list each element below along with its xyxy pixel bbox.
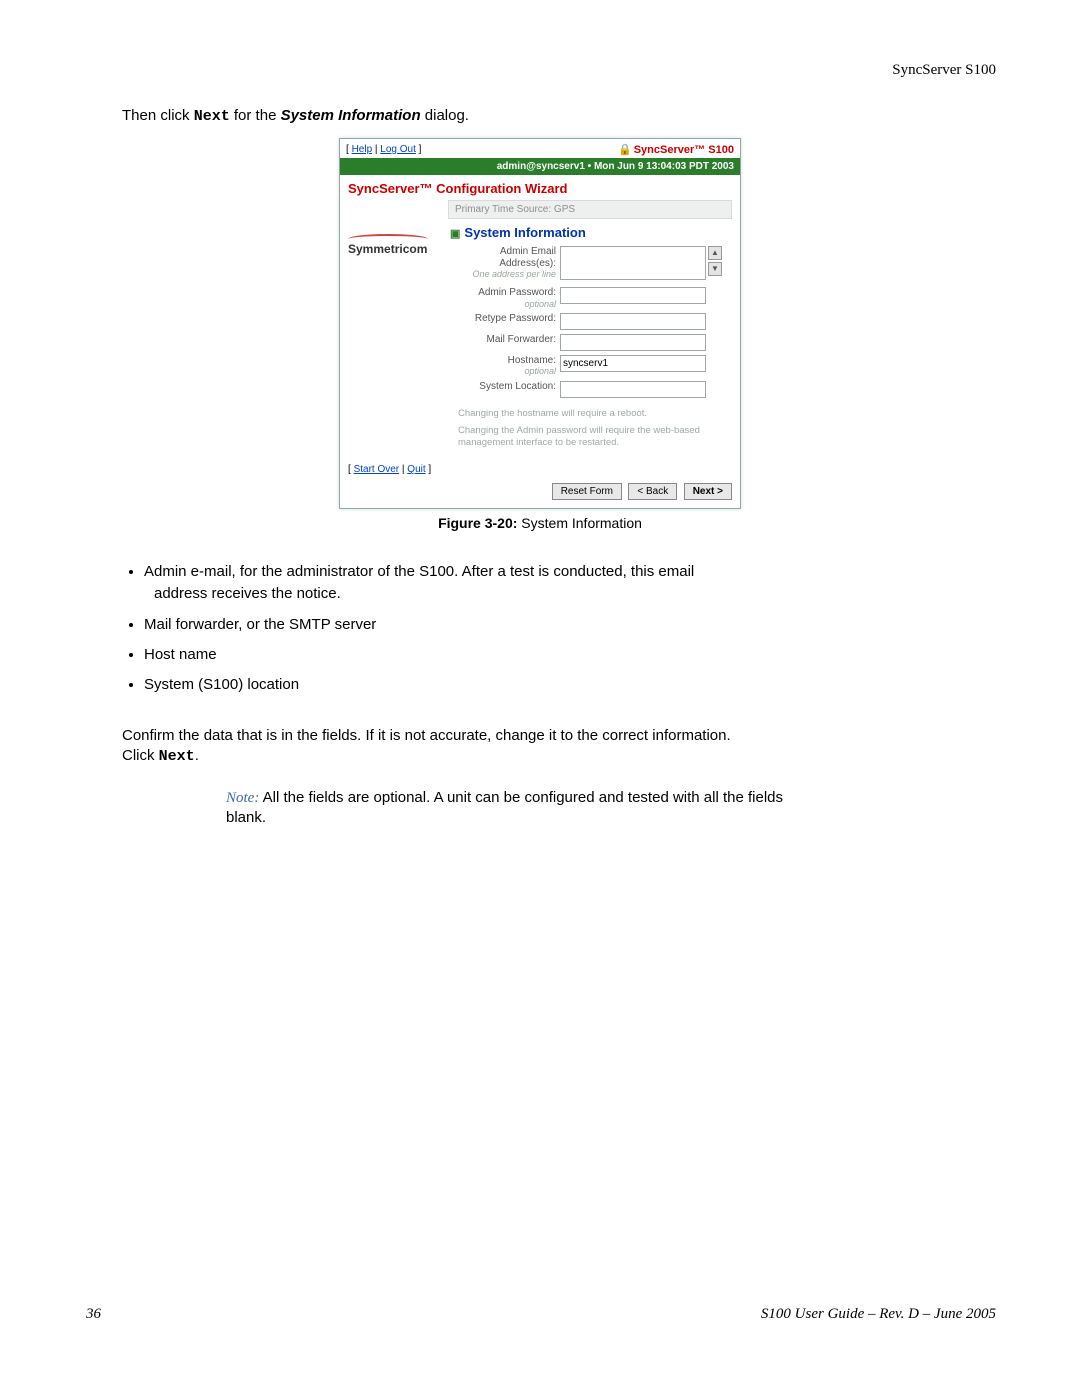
hostname-input[interactable] [560, 355, 706, 372]
screenshot-panel: [ Help | Log Out ] 🔒SyncServer™ S100 adm… [339, 138, 741, 509]
section-title: ▣ System Information [448, 221, 732, 246]
confirm-line2c: . [195, 747, 199, 764]
logout-link[interactable]: Log Out [380, 144, 416, 155]
hostname-hint: optional [448, 366, 556, 376]
next-button[interactable]: Next > [684, 483, 732, 500]
confirm-next: Next [159, 748, 195, 765]
back-button[interactable]: < Back [628, 483, 677, 500]
form-notes: Changing the hostname will require a reb… [448, 402, 732, 452]
top-links: [ Help | Log Out ] [346, 144, 421, 155]
hostname-label: Hostname: optional [448, 355, 560, 377]
admin-password-input[interactable] [560, 287, 706, 304]
retype-password-input[interactable] [560, 313, 706, 330]
lock-icon: 🔒 [618, 144, 632, 156]
system-location-input[interactable] [560, 381, 706, 398]
hostname-label-text: Hostname: [508, 355, 556, 366]
bullet-system-location: System (S100) location [144, 675, 996, 695]
retype-password-label: Retype Password: [448, 313, 560, 325]
form-area: Primary Time Source: GPS ▣ System Informa… [448, 200, 732, 452]
scroll-down-icon[interactable]: ▼ [708, 262, 722, 276]
confirm-line1: Confirm the data that is in the fields. … [122, 726, 996, 746]
admin-password-hint: optional [448, 299, 556, 309]
user-status-bar: admin@syncserv1 • Mon Jun 9 13:04:03 PDT… [340, 158, 740, 175]
bullet-admin-email-cont: address receives the notice. [154, 584, 996, 604]
note-paragraph: Note: All the fields are optional. A uni… [226, 788, 952, 829]
admin-password-label: Admin Password: optional [448, 287, 560, 309]
help-link[interactable]: Help [352, 144, 373, 155]
screenshot-top-bar: [ Help | Log Out ] 🔒SyncServer™ S100 [340, 139, 740, 158]
bullet-mail-forwarder: Mail forwarder, or the SMTP server [144, 615, 996, 635]
figure-caption: Figure 3-20: System Information [0, 515, 1080, 531]
section-icon: ▣ [450, 228, 460, 240]
bullet-admin-email: Admin e-mail, for the administrator of t… [144, 562, 996, 582]
note-label: Note: [226, 790, 259, 806]
system-location-label: System Location: [448, 381, 560, 393]
logo-text: Symmetricom [348, 242, 427, 256]
figure-container: [ Help | Log Out ] 🔒SyncServer™ S100 adm… [0, 138, 1080, 531]
page-number: 36 [86, 1306, 101, 1323]
start-over-link[interactable]: Start Over [354, 464, 400, 475]
intro-next: Next [194, 108, 230, 125]
footer-guide: S100 User Guide – Rev. D – June 2005 [761, 1306, 996, 1323]
admin-password-label-text: Admin Password: [478, 287, 556, 298]
quit-link[interactable]: Quit [407, 464, 425, 475]
primary-time-source: Primary Time Source: GPS [448, 200, 732, 219]
bottom-links: [ Start Over | Quit ] [340, 460, 740, 479]
page-header-product: SyncServer S100 [892, 62, 996, 79]
note-hostname: Changing the hostname will require a reb… [458, 408, 732, 421]
bullet-list: Admin e-mail, for the administrator of t… [122, 562, 996, 705]
confirm-paragraph: Confirm the data that is in the fields. … [122, 726, 996, 768]
figure-label-rest: System Information [517, 515, 642, 531]
admin-email-label: Admin Email Address(es): One address per… [448, 246, 560, 279]
intro-dialog: System Information [281, 107, 421, 124]
figure-label-bold: Figure 3-20: [438, 515, 517, 531]
button-row: Reset Form < Back Next > [340, 479, 740, 508]
admin-email-hint: One address per line [448, 269, 556, 279]
logo: Symmetricom [348, 200, 448, 452]
note-text1: All the fields are optional. A unit can … [259, 789, 783, 806]
intro-suffix: dialog. [421, 107, 469, 124]
note-password: Changing the Admin password will require… [458, 425, 732, 451]
scroll-up-icon[interactable]: ▲ [708, 246, 722, 260]
note-text2: blank. [226, 808, 952, 828]
intro-mid: for the [230, 107, 281, 124]
textarea-scroll[interactable]: ▲▼ [708, 246, 722, 278]
brand-text: SyncServer™ S100 [634, 144, 734, 156]
mail-forwarder-input[interactable] [560, 334, 706, 351]
confirm-line2a: Click [122, 747, 159, 764]
mail-forwarder-label: Mail Forwarder: [448, 334, 560, 346]
wizard-title: SyncServer™ Configuration Wizard [340, 175, 740, 200]
section-title-text: System Information [464, 225, 585, 240]
bullet-host-name: Host name [144, 645, 996, 665]
reset-form-button[interactable]: Reset Form [552, 483, 622, 500]
admin-email-label-text: Admin Email Address(es): [499, 246, 556, 269]
intro-paragraph: Then click Next for the System Informati… [122, 106, 996, 127]
brand-label: 🔒SyncServer™ S100 [618, 143, 734, 156]
intro-prefix: Then click [122, 107, 194, 124]
admin-email-input[interactable] [560, 246, 706, 280]
